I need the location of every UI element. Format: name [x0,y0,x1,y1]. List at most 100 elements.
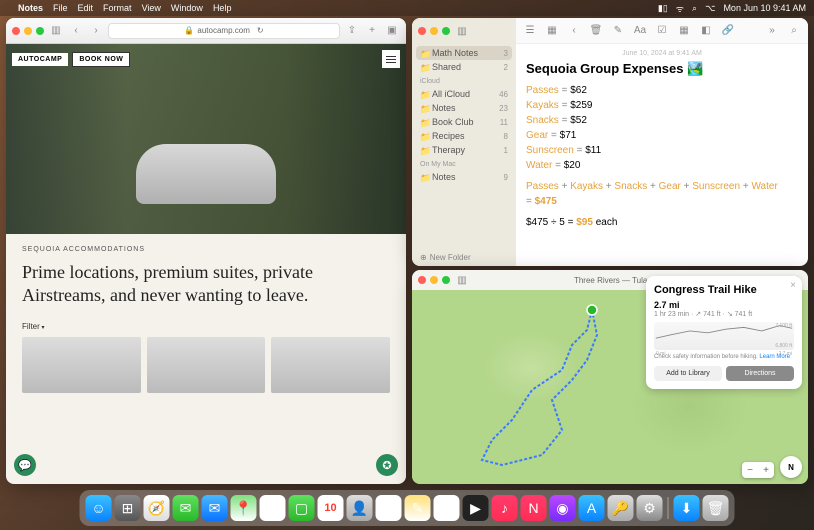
menu-window[interactable]: Window [171,3,203,13]
new-tab-icon[interactable]: + [364,23,380,39]
sidebar-item-math-notes[interactable]: 📁Math Notes3 [416,46,512,60]
grid-view-icon[interactable]: ▦ [544,23,560,39]
dock-finder-icon[interactable]: ☺ [86,495,112,521]
wifi-icon[interactable]: ᯤ [676,2,684,15]
dock-reminders-icon[interactable]: ☑ [376,495,402,521]
more-icon[interactable]: » [764,23,780,39]
close-icon[interactable]: × [790,280,796,291]
menu-help[interactable]: Help [213,3,232,13]
trash-icon[interactable]: 🗑 [588,23,604,39]
chat-fab[interactable]: 💬 [14,454,36,476]
traffic-light-close[interactable] [418,276,426,284]
hamburger-menu-icon[interactable] [382,50,400,68]
list-view-icon[interactable]: ☰ [522,23,538,39]
dock-trash-icon[interactable]: 🗑 [703,495,729,521]
sidebar-item-label: Math Notes [432,48,478,58]
compass-icon[interactable]: N [780,456,802,478]
new-note-icon[interactable]: ✎ [610,23,626,39]
accommodation-thumb[interactable] [22,337,141,393]
address-bar[interactable]: 🔒 autocamp.com ↻ [108,23,340,39]
sidebar-toggle-icon[interactable]: ▥ [48,23,64,39]
sidebar-toggle-icon[interactable]: ▥ [454,272,470,288]
menubar-clock[interactable]: Mon Jun 10 9:41 AM [723,3,806,13]
calc-line: Passes = $62 [526,83,798,98]
dock-calendar-icon[interactable]: 10 [318,495,344,521]
address-bar-url: autocamp.com [197,26,249,35]
traffic-light-minimize[interactable] [430,27,438,35]
zoom-in-button[interactable]: + [758,462,774,478]
sidebar-item-count: 23 [499,104,508,113]
sidebar-item-recipes[interactable]: 📁Recipes8 [412,129,516,143]
accessibility-fab[interactable]: ✪ [376,454,398,476]
dock-maps-icon[interactable]: 📍 [231,495,257,521]
dock-notes-icon[interactable]: ✎ [405,495,431,521]
back-button[interactable]: ‹ [68,23,84,39]
book-now-button[interactable]: BOOK NOW [72,52,130,67]
sidebar-item-shared[interactable]: 📁Shared2 [412,60,516,74]
dock-tv-icon[interactable]: ▶ [463,495,489,521]
menu-view[interactable]: View [142,3,161,13]
sidebar-item-book-club[interactable]: 📁Book Club11 [412,115,516,129]
sidebar-item-notes[interactable]: 📁Notes23 [412,101,516,115]
dock-messages-icon[interactable]: ✉ [173,495,199,521]
search-icon[interactable]: ⌕ [786,23,802,39]
format-icon[interactable]: Aa [632,23,648,39]
media-icon[interactable]: ◧ [698,23,714,39]
traffic-light-minimize[interactable] [24,27,32,35]
dock-mail-icon[interactable]: ✉ [202,495,228,521]
dock-settings-icon[interactable]: ⚙ [637,495,663,521]
sidebar-item-all-icloud[interactable]: 📁All iCloud46 [412,87,516,101]
dock-photos-icon[interactable]: ✿ [260,495,286,521]
sidebar-item-therapy[interactable]: 📁Therapy1 [412,143,516,157]
zoom-out-button[interactable]: − [742,462,758,478]
dock-appstore-icon[interactable]: A [579,495,605,521]
dock-launchpad-icon[interactable]: ⊞ [115,495,141,521]
dock-facetime-icon[interactable]: ▢ [289,495,315,521]
site-logo[interactable]: AUTOCAMP [12,53,68,66]
new-folder-button[interactable]: ⊕New Folder [412,249,516,266]
dock-podcasts-icon[interactable]: ◉ [550,495,576,521]
menu-edit[interactable]: Edit [78,3,94,13]
share-icon[interactable]: ⇪ [344,23,360,39]
dock-passwords-icon[interactable]: 🔑 [608,495,634,521]
dock-freeform-icon[interactable]: ✦ [434,495,460,521]
tabs-icon[interactable]: ▣ [384,23,400,39]
sidebar-item-label: All iCloud [432,89,470,99]
control-center-icon[interactable]: ⌥ [705,3,715,14]
menubar-app[interactable]: Notes [18,3,43,13]
safari-toolbar: ▥ ‹ › 🔒 autocamp.com ↻ ⇪ + ▣ [6,18,406,44]
directions-button[interactable]: Directions [726,366,794,381]
table-icon[interactable]: ▦ [676,23,692,39]
checklist-icon[interactable]: ☑ [654,23,670,39]
traffic-light-minimize[interactable] [430,276,438,284]
battery-icon[interactable]: ▮▯ [658,3,668,14]
traffic-light-close[interactable] [418,27,426,35]
menu-format[interactable]: Format [103,3,132,13]
link-icon[interactable]: 🔗 [720,23,736,39]
sidebar-toggle-icon[interactable]: ▥ [454,23,470,39]
accommodation-thumb[interactable] [271,337,390,393]
dock-music-icon[interactable]: ♪ [492,495,518,521]
section-eyebrow: SEQUOIA ACCOMMODATIONS [22,246,390,253]
dock-safari-icon[interactable]: 🧭 [144,495,170,521]
back-icon[interactable]: ‹ [566,23,582,39]
reload-icon[interactable]: ↻ [257,26,264,35]
notes-sidebar: 📁Math Notes3📁Shared2iCloud📁All iCloud46📁… [412,44,516,266]
sidebar-item-notes[interactable]: 📁Notes9 [412,170,516,184]
traffic-light-zoom[interactable] [442,27,450,35]
forward-button[interactable]: › [88,23,104,39]
calc-line: Snacks = $52 [526,113,798,128]
accommodation-thumb[interactable] [147,337,266,393]
dock-contacts-icon[interactable]: 👤 [347,495,373,521]
traffic-light-zoom[interactable] [442,276,450,284]
sidebar-item-label: Shared [432,62,461,72]
traffic-light-close[interactable] [12,27,20,35]
filter-link[interactable]: Filter ▾ [22,322,390,331]
note-editor[interactable]: June 10, 2024 at 9:41 AM Sequoia Group E… [516,44,808,266]
dock-downloads-icon[interactable]: ⬇ [674,495,700,521]
add-to-library-button[interactable]: Add to Library [654,366,722,381]
menu-file[interactable]: File [53,3,68,13]
dock-news-icon[interactable]: N [521,495,547,521]
traffic-light-zoom[interactable] [36,27,44,35]
search-icon[interactable]: ⌕ [692,3,697,14]
